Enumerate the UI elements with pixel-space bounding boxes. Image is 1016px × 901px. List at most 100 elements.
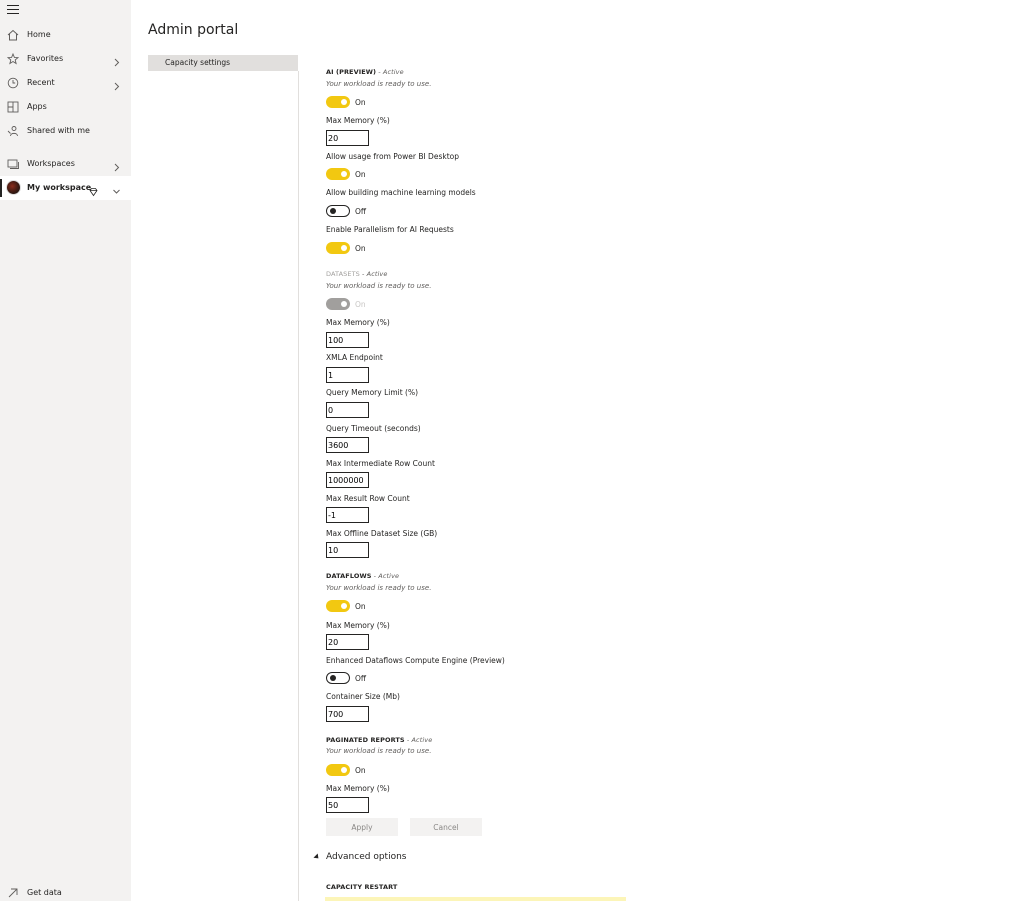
selection-indicator bbox=[0, 179, 2, 197]
chevron-right-icon bbox=[112, 77, 121, 91]
datasets-intermediate-rows-label: Max Intermediate Row Count bbox=[326, 459, 435, 468]
ai-ml-models-toggle-label: Off bbox=[355, 207, 367, 216]
nav-item-favorites[interactable]: Favorites bbox=[0, 47, 131, 71]
nav-item-recent[interactable]: Recent bbox=[0, 71, 131, 95]
section-datasets-note: Your workload is ready to use. bbox=[326, 282, 432, 290]
star-icon bbox=[7, 52, 19, 65]
dataflows-workload-toggle-label: On bbox=[355, 602, 366, 611]
nav-label-home: Home bbox=[27, 30, 51, 39]
ai-desktop-usage-toggle-label: On bbox=[355, 170, 366, 179]
section-dataflows-header: DATAFLOWS - Active bbox=[326, 572, 399, 580]
arrow-up-right-icon bbox=[7, 886, 19, 899]
paginated-max-memory-label: Max Memory (%) bbox=[326, 784, 390, 793]
datasets-offline-size-input[interactable] bbox=[326, 542, 369, 558]
datasets-offline-size-label: Max Offline Dataset Size (GB) bbox=[326, 529, 438, 538]
page-title: Admin portal bbox=[148, 22, 239, 38]
datasets-result-rows-label: Max Result Row Count bbox=[326, 494, 410, 503]
nav-label-apps: Apps bbox=[27, 102, 47, 111]
dataflows-container-size-label: Container Size (Mb) bbox=[326, 692, 400, 701]
subnav-item-capacity-settings[interactable]: Capacity settings bbox=[148, 55, 298, 71]
ai-parallelism-label: Enable Parallelism for AI Requests bbox=[326, 225, 454, 234]
avatar bbox=[6, 180, 21, 195]
ai-parallelism-toggle-label: On bbox=[355, 244, 366, 253]
nav-label-workspaces: Workspaces bbox=[27, 159, 75, 168]
hamburger-menu-icon[interactable] bbox=[7, 5, 19, 17]
dataflows-compute-engine-toggle[interactable] bbox=[326, 672, 350, 684]
nav-label-my-workspace: My workspace bbox=[27, 183, 92, 192]
section-datasets-status: - Active bbox=[359, 270, 388, 278]
section-paginated-name: PAGINATED REPORTS bbox=[326, 736, 405, 744]
section-paginated-note: Your workload is ready to use. bbox=[326, 747, 432, 755]
clock-icon bbox=[7, 76, 19, 89]
section-dataflows-note: Your workload is ready to use. bbox=[326, 584, 432, 592]
left-nav: Home Favorites Recent Apps Shared with m… bbox=[0, 0, 131, 901]
nav-item-apps[interactable]: Apps bbox=[0, 95, 131, 119]
datasets-xmla-label: XMLA Endpoint bbox=[326, 353, 383, 362]
datasets-query-timeout-input[interactable] bbox=[326, 437, 369, 453]
nav-label-get-data: Get data bbox=[27, 888, 62, 897]
dataflows-max-memory-label: Max Memory (%) bbox=[326, 621, 390, 630]
subnav-label: Capacity settings bbox=[165, 58, 231, 67]
section-paginated-header: PAGINATED REPORTS - Active bbox=[326, 736, 432, 744]
nav-item-get-data[interactable]: Get data bbox=[0, 881, 131, 901]
datasets-max-memory-label: Max Memory (%) bbox=[326, 318, 390, 327]
section-datasets-name: DATASETS bbox=[326, 270, 360, 278]
datasets-query-memory-input[interactable] bbox=[326, 402, 369, 418]
datasets-query-memory-label: Query Memory Limit (%) bbox=[326, 388, 419, 397]
ai-parallelism-toggle[interactable] bbox=[326, 242, 350, 254]
dataflows-container-size-input[interactable] bbox=[326, 706, 369, 722]
datasets-intermediate-rows-input[interactable] bbox=[326, 472, 369, 488]
datasets-workload-toggle-label: On bbox=[355, 300, 366, 309]
section-ai-note: Your workload is ready to use. bbox=[326, 80, 432, 88]
section-ai-name: AI (PREVIEW) bbox=[326, 68, 377, 76]
premium-diamond-icon bbox=[89, 182, 98, 197]
dataflows-compute-engine-label: Enhanced Dataflows Compute Engine (Previ… bbox=[326, 656, 505, 665]
nav-label-recent: Recent bbox=[27, 78, 55, 87]
nav-label-favorites: Favorites bbox=[27, 54, 64, 63]
nav-item-home[interactable]: Home bbox=[0, 23, 131, 47]
chevron-down-icon[interactable] bbox=[112, 182, 121, 194]
restart-warning-banner bbox=[325, 897, 626, 901]
paginated-max-memory-input[interactable] bbox=[326, 797, 369, 813]
ai-max-memory-input[interactable] bbox=[326, 130, 369, 146]
nav-item-shared[interactable]: Shared with me bbox=[0, 119, 131, 143]
ai-desktop-usage-label: Allow usage from Power BI Desktop bbox=[326, 152, 459, 161]
workspaces-icon bbox=[7, 157, 19, 170]
dataflows-max-memory-input[interactable] bbox=[326, 634, 369, 650]
section-ai-header: AI (PREVIEW) - Active bbox=[326, 68, 404, 76]
ai-ml-models-label: Allow building machine learning models bbox=[326, 188, 476, 197]
nav-item-workspaces[interactable]: Workspaces bbox=[0, 152, 131, 176]
ai-workload-toggle[interactable] bbox=[326, 96, 350, 108]
datasets-workload-toggle bbox=[326, 298, 350, 310]
ai-workload-toggle-label: On bbox=[355, 98, 366, 107]
expand-triangle-icon bbox=[313, 852, 321, 861]
advanced-options-toggle[interactable]: Advanced options bbox=[313, 852, 407, 862]
capacity-restart-header: CAPACITY RESTART bbox=[326, 883, 398, 891]
section-paginated-status: - Active bbox=[404, 736, 433, 744]
nav-label-shared: Shared with me bbox=[27, 126, 90, 135]
datasets-query-timeout-label: Query Timeout (seconds) bbox=[326, 424, 421, 433]
dataflows-workload-toggle[interactable] bbox=[326, 600, 350, 612]
paginated-workload-toggle-label: On bbox=[355, 766, 366, 775]
section-dataflows-status: - Active bbox=[371, 572, 400, 580]
datasets-xmla-input[interactable] bbox=[326, 367, 369, 383]
datasets-result-rows-input[interactable] bbox=[326, 507, 369, 523]
apply-button[interactable]: Apply bbox=[326, 818, 398, 836]
section-datasets-header: DATASETS - Active bbox=[326, 270, 387, 278]
divider bbox=[298, 71, 299, 901]
ai-max-memory-label: Max Memory (%) bbox=[326, 116, 390, 125]
dataflows-compute-engine-toggle-label: Off bbox=[355, 674, 367, 683]
chevron-right-icon bbox=[112, 53, 121, 67]
cancel-button[interactable]: Cancel bbox=[410, 818, 482, 836]
section-ai-status: - Active bbox=[376, 68, 404, 76]
home-icon bbox=[7, 28, 19, 41]
ai-desktop-usage-toggle[interactable] bbox=[326, 168, 350, 180]
shared-icon bbox=[7, 124, 19, 137]
advanced-options-label: Advanced options bbox=[326, 852, 407, 862]
nav-item-my-workspace[interactable]: My workspace bbox=[0, 176, 131, 200]
apps-icon bbox=[7, 100, 19, 113]
ai-ml-models-toggle[interactable] bbox=[326, 205, 350, 217]
paginated-workload-toggle[interactable] bbox=[326, 764, 350, 776]
section-dataflows-name: DATAFLOWS bbox=[326, 572, 372, 580]
datasets-max-memory-input[interactable] bbox=[326, 332, 369, 348]
